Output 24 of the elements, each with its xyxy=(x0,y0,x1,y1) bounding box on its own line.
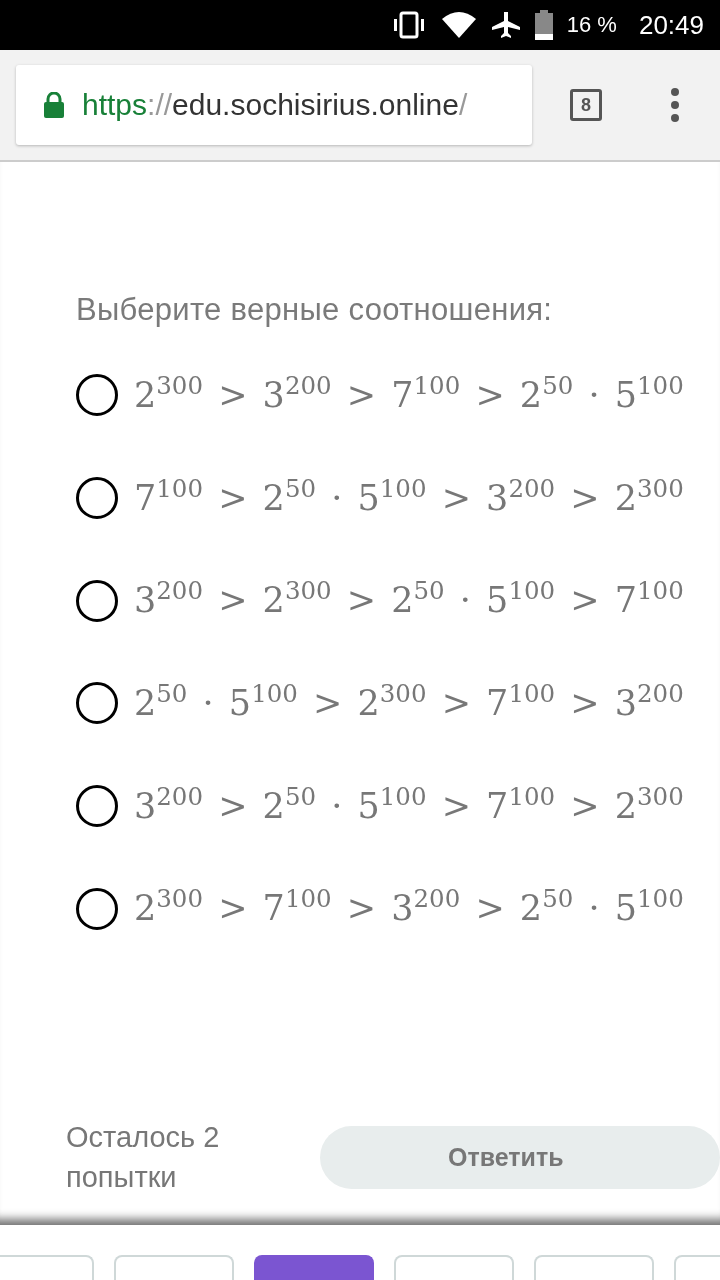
battery-icon xyxy=(534,10,553,40)
wifi-icon xyxy=(440,11,477,39)
question-prompt: Выберите верные соотношения: xyxy=(76,292,554,328)
lock-icon xyxy=(44,92,64,118)
radio-button[interactable] xyxy=(76,374,118,417)
option-formula: 3$^{200}$ > 2$^{300}$ > 2$^{50}$ · 5$^{100}$ > 7$^{100}$ xyxy=(134,575,684,622)
airplane-icon xyxy=(490,10,521,40)
option-formula: 2$^{300}$ > 3$^{200}$ > 7$^{100}$ > 2$^{50}$ · 5$^{100}$ xyxy=(134,370,684,417)
option-formula: 3$^{200}$ > 2$^{50}$ · 5$^{100}$ > 7$^{100}$ > 2$^{300}$ xyxy=(134,780,684,828)
radio-button[interactable] xyxy=(76,887,118,930)
radio-button[interactable] xyxy=(76,477,118,519)
option-formula: 2$^{300}$ > 7$^{100}$ > 3$^{200}$ > 2$^{50}$ · 5$^{100}$ xyxy=(134,883,684,930)
address-field[interactable]: https://edu.sochisirius.online/ xyxy=(16,65,532,145)
clock-time: 20:49 xyxy=(638,9,704,41)
attempts-remaining: Осталось 2 попытки xyxy=(66,1120,221,1195)
battery-percent: 16 % xyxy=(566,12,617,38)
radio-button[interactable] xyxy=(76,579,118,622)
radio-button[interactable] xyxy=(76,784,118,827)
submit-button[interactable]: Ответить xyxy=(320,1125,720,1189)
menu-icon[interactable] xyxy=(670,88,680,122)
option-formula: 2$^{50}$ · 5$^{100}$ > 2$^{300}$ > 7$^{100}$ > 3$^{200}$ xyxy=(134,677,684,725)
radio-button[interactable] xyxy=(76,682,118,725)
tab-count-button[interactable]: 8 xyxy=(570,89,602,121)
option-formula: 7$^{100}$ > 2$^{50}$ · 5$^{100}$ > 3$^{200}$ > 2$^{300}$ xyxy=(134,472,684,520)
